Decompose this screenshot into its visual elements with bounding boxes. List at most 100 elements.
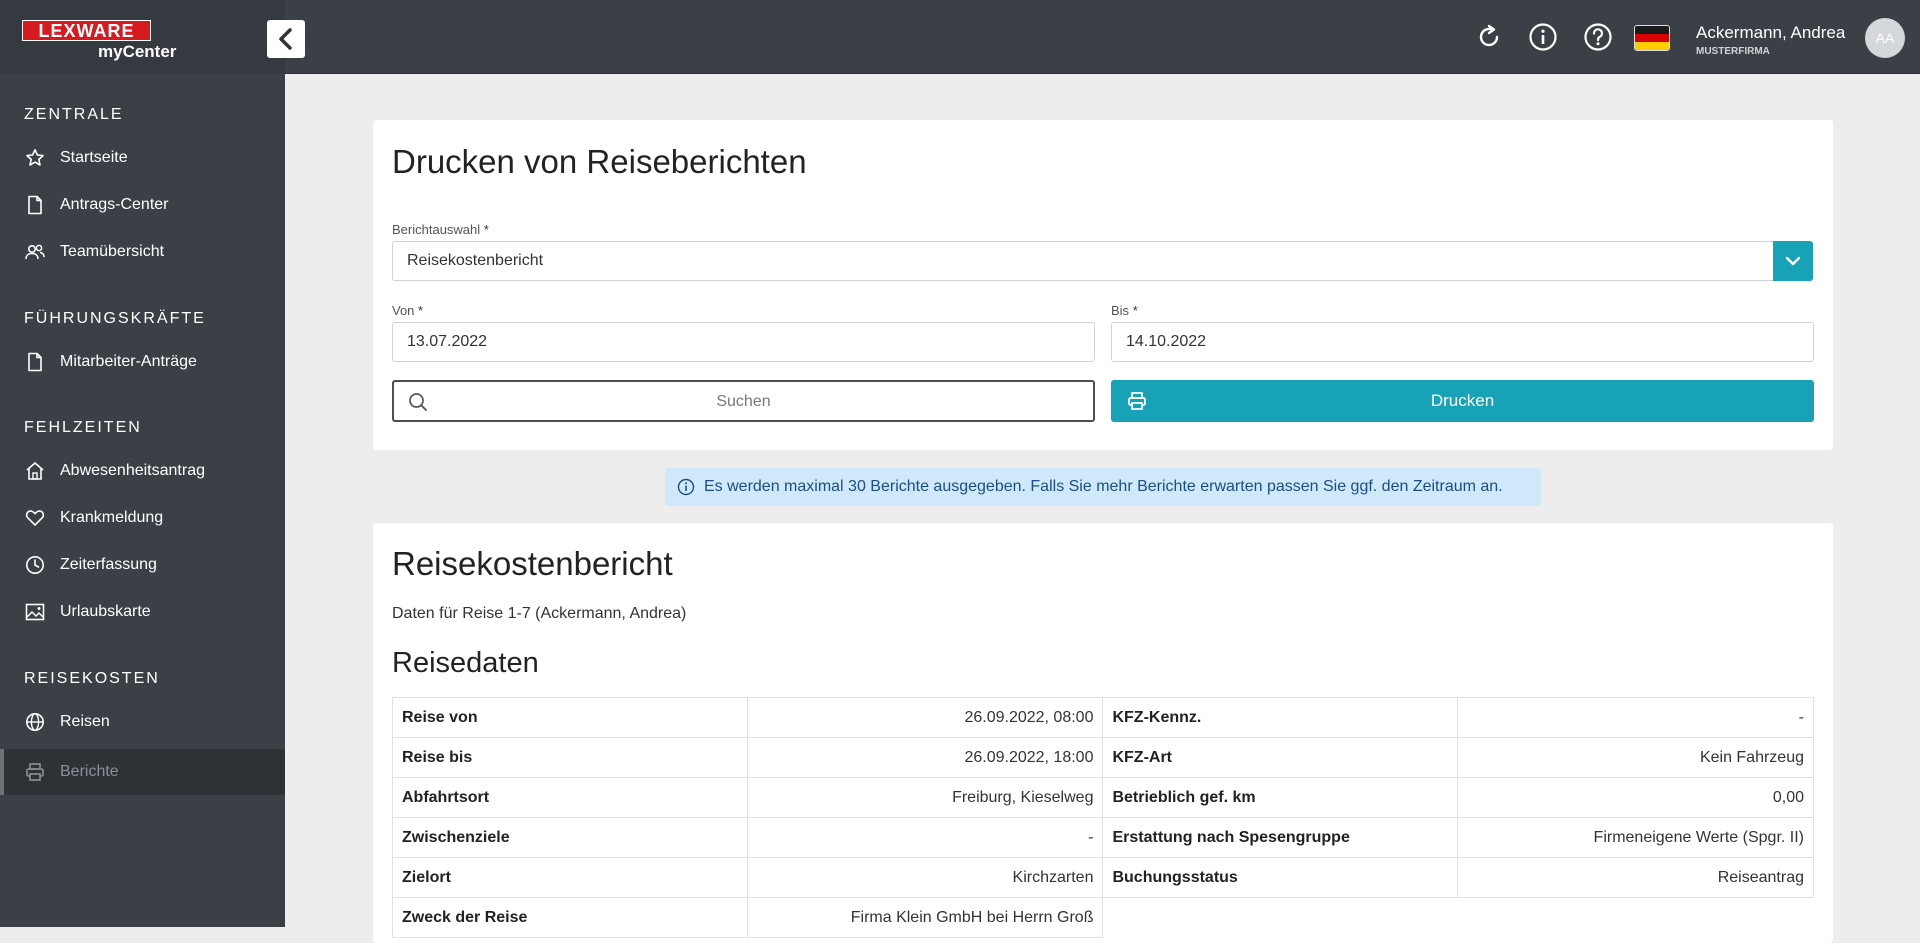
heart-icon [24, 507, 46, 529]
sidebar-item-antrags-center[interactable]: Antrags-Center [0, 182, 285, 228]
sidebar-item-label: Berichte [60, 763, 119, 780]
info-button[interactable] [1527, 21, 1559, 53]
to-date-input[interactable]: 14.10.2022 [1111, 322, 1814, 362]
table-key: Zielort [392, 857, 748, 898]
table-value: 26.09.2022, 08:00 [746, 697, 1104, 738]
table-key: Zwischenziele [392, 817, 748, 858]
sidebar-item-label: Startseite [60, 149, 128, 166]
user-company: MUSTERFIRMA [1696, 46, 1770, 57]
sidebar-item-label: Reisen [60, 713, 110, 730]
table-key: Reise von [392, 697, 748, 738]
table-value: 26.09.2022, 18:00 [746, 737, 1104, 778]
table-value: 0,00 [1457, 777, 1814, 818]
table-key: KFZ-Art [1102, 737, 1459, 778]
table-value: Freiburg, Kieselweg [746, 777, 1104, 818]
sidebar-item-label: Zeiterfassung [60, 556, 157, 573]
table-key: Buchungsstatus [1102, 857, 1459, 898]
table-key: Erstattung nach Spesengruppe [1102, 817, 1459, 858]
info-icon [677, 478, 695, 496]
sidebar-item-reisen[interactable]: Reisen [0, 699, 285, 745]
table-value: Firmeneigene Werte (Spgr. II) [1457, 817, 1814, 858]
table-row: Abfahrtsort Freiburg, Kieselweg Betriebl… [392, 777, 1814, 818]
table-key: Betrieblich gef. km [1102, 777, 1459, 818]
team-icon [24, 241, 46, 263]
from-date-label-text: Von [392, 303, 415, 318]
table-empty-cell [1102, 897, 1814, 938]
sidebar-item-label: Antrags-Center [60, 196, 169, 213]
info-alert-text: Es werden maximal 30 Berichte ausgegeben… [704, 478, 1503, 495]
lexware-logo: LEXWARE [22, 20, 151, 41]
document-icon [24, 351, 46, 373]
info-alert: Es werden maximal 30 Berichte ausgegeben… [665, 468, 1541, 506]
required-mark: * [1132, 303, 1138, 318]
table-key: Zweck der Reise [392, 897, 748, 938]
chevron-down-icon [1785, 256, 1801, 266]
sidebar-item-berichte[interactable]: Berichte [0, 749, 285, 795]
table-value: - [746, 817, 1104, 858]
sidebar-item-urlaubskarte[interactable]: Urlaubskarte [0, 589, 285, 635]
sidebar-item-label: Teamübersicht [60, 243, 165, 260]
collapse-sidebar-button[interactable] [267, 20, 305, 58]
table-row: Reise bis 26.09.2022, 18:00 KFZ-Art Kein… [392, 737, 1814, 778]
sidebar-item-teamuebersicht[interactable]: Teamübersicht [0, 229, 285, 275]
sidebar-item-label: Abwesenheitsantrag [60, 462, 205, 479]
sidebar-section-zentrale: ZENTRALE [24, 106, 124, 123]
table-value: Kein Fahrzeug [1457, 737, 1814, 778]
from-date-input[interactable]: 13.07.2022 [392, 322, 1095, 362]
report-subtitle: Daten für Reise 1-7 (Ackermann, Andrea) [392, 605, 687, 622]
star-icon [24, 147, 46, 169]
table-row: Reise von 26.09.2022, 08:00 KFZ-Kennz. - [392, 697, 1814, 738]
table-key: Reise bis [392, 737, 748, 778]
clock-icon [24, 554, 46, 576]
logo-area: LEXWARE myCenter [0, 0, 285, 74]
sidebar-item-zeiterfassung[interactable]: Zeiterfassung [0, 542, 285, 588]
table-row: Zielort Kirchzarten Buchungsstatus Reise… [392, 857, 1814, 898]
table-row: Zwischenziele - Erstattung nach Spesengr… [392, 817, 1814, 858]
sidebar-item-label: Krankmeldung [60, 509, 164, 526]
search-input[interactable]: Suchen [392, 380, 1095, 422]
print-button-label: Drucken [1430, 391, 1495, 410]
home-icon [24, 460, 46, 482]
document-icon [24, 194, 46, 216]
avatar[interactable]: AA [1865, 18, 1905, 58]
required-mark: * [483, 222, 489, 237]
table-row: Zweck der Reise Firma Klein GmbH bei Her… [392, 897, 1814, 938]
refresh-button[interactable] [1473, 21, 1505, 53]
from-date-label: Von * [392, 303, 423, 318]
product-name: myCenter [98, 42, 177, 61]
help-button[interactable] [1582, 21, 1614, 53]
sidebar-item-startseite[interactable]: Startseite [0, 135, 285, 181]
printer-icon [24, 761, 46, 783]
sidebar-item-mitarbeiter-antraege[interactable]: Mitarbeiter-Anträge [0, 339, 285, 385]
globe-icon [24, 711, 46, 733]
report-select-label-text: Berichtauswahl [392, 222, 481, 237]
sidebar-section-reisekosten: REISEKOSTEN [24, 670, 160, 687]
sidebar-item-krankmeldung[interactable]: Krankmeldung [0, 495, 285, 541]
language-flag-de[interactable] [1634, 25, 1670, 51]
report-select-label: Berichtauswahl * [392, 222, 489, 237]
to-date-label-text: Bis [1111, 303, 1130, 318]
info-icon [1529, 23, 1557, 51]
sidebar-item-abwesenheitsantrag[interactable]: Abwesenheitsantrag [0, 448, 285, 494]
top-bar: LEXWARE myCenter Ackermann, Andrea MUSTE… [0, 0, 1920, 74]
table-value: Reiseantrag [1457, 857, 1814, 898]
user-name[interactable]: Ackermann, Andrea [1696, 23, 1845, 43]
table-value: Kirchzarten [746, 857, 1104, 898]
section-title: Reisedaten [392, 647, 539, 679]
print-button[interactable]: Drucken [1111, 380, 1814, 422]
table-key: KFZ-Kennz. [1102, 697, 1459, 738]
sidebar: ZENTRALE Startseite Antrags-Center Teamü… [0, 74, 285, 927]
chevron-left-icon [279, 28, 292, 50]
sidebar-section-fehlzeiten: FEHLZEITEN [24, 419, 142, 436]
table-key: Abfahrtsort [392, 777, 748, 818]
travel-data-table: Reise von 26.09.2022, 08:00 KFZ-Kennz. -… [392, 697, 1814, 938]
sidebar-item-label: Urlaubskarte [60, 603, 151, 620]
report-title: Reisekostenbericht [392, 545, 673, 582]
required-mark: * [418, 303, 424, 318]
sidebar-item-label: Mitarbeiter-Anträge [60, 353, 197, 370]
help-icon [1584, 23, 1612, 51]
table-value: Firma Klein GmbH bei Herrn Groß [746, 897, 1104, 938]
report-select[interactable]: Reisekostenbericht [392, 241, 1774, 281]
search-placeholder: Suchen [716, 393, 771, 410]
report-select-dropdown-button[interactable] [1773, 241, 1813, 281]
